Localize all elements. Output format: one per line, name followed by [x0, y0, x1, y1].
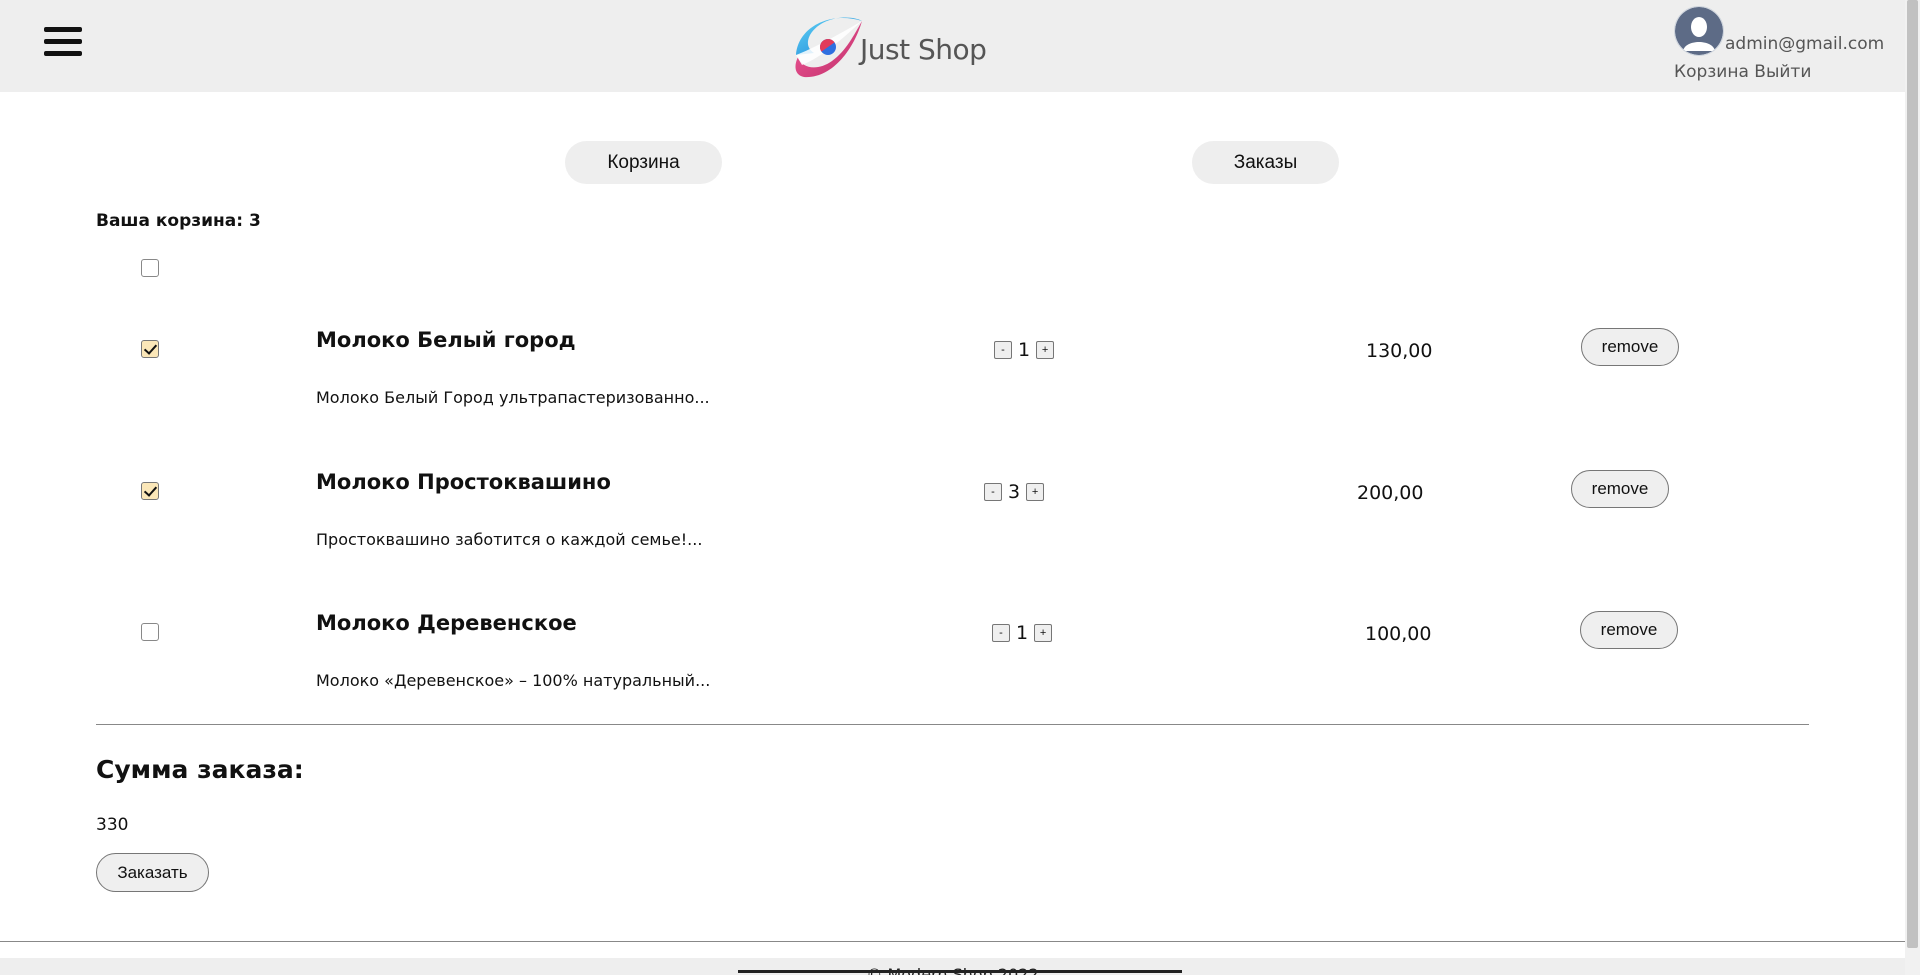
user-links: Корзина Выйти [1674, 62, 1811, 82]
scrollbar-thumb[interactable] [1907, 0, 1918, 948]
logo-icon [795, 17, 862, 78]
item-price: 200,00 [1357, 482, 1424, 504]
item-title[interactable]: Молоко Белый город [316, 328, 576, 352]
cart-item: Молоко Простоквашино Простоквашино забот… [0, 470, 1905, 590]
increase-button[interactable]: + [1036, 341, 1055, 359]
footer: © Modern Shop 2022 [0, 958, 1905, 975]
user-email: admin@gmail.com [1725, 34, 1885, 54]
remove-button[interactable]: remove [1571, 470, 1669, 508]
increase-button[interactable]: + [1026, 483, 1045, 501]
divider [96, 724, 1809, 725]
logo-title: Just Shop [860, 32, 987, 66]
item-title[interactable]: Молоко Простоквашино [316, 470, 611, 494]
scrollbar[interactable] [1905, 0, 1920, 975]
select-all-checkbox[interactable] [141, 259, 159, 277]
cart-item: Молоко Деревенское Молоко «Деревенское» … [0, 611, 1905, 731]
user-avatar-icon [1675, 7, 1723, 55]
item-price: 100,00 [1365, 623, 1432, 645]
decrease-button[interactable]: - [984, 483, 1002, 501]
cart-item: Молоко Белый город Молоко Белый Город ул… [0, 328, 1905, 448]
footer-divider [0, 941, 1905, 942]
item-checkbox[interactable] [141, 482, 159, 500]
tab-cart[interactable]: Корзина [565, 141, 722, 184]
increase-button[interactable]: + [1034, 624, 1053, 642]
logo[interactable]: Just Shop [792, 8, 987, 84]
item-description: Молоко «Деревенское» – 100% натуральный.… [316, 671, 711, 690]
quantity-stepper: - 1 + [994, 339, 1055, 361]
item-checkbox[interactable] [141, 340, 159, 358]
decrease-button[interactable]: - [992, 624, 1010, 642]
quantity-stepper: - 3 + [984, 481, 1045, 503]
menu-icon[interactable] [40, 24, 82, 58]
logout-link[interactable]: Выйти [1754, 62, 1811, 82]
avatar[interactable] [1674, 6, 1724, 56]
item-description: Молоко Белый Город ультрапастеризованно.… [316, 388, 710, 407]
item-title[interactable]: Молоко Деревенское [316, 611, 577, 635]
tab-orders[interactable]: Заказы [1192, 141, 1339, 184]
remove-button[interactable]: remove [1581, 328, 1679, 366]
item-price: 130,00 [1366, 340, 1433, 362]
quantity-value: 1 [1018, 339, 1031, 361]
order-sum-value: 330 [96, 815, 129, 835]
remove-button[interactable]: remove [1580, 611, 1678, 649]
quantity-stepper: - 1 + [992, 622, 1053, 644]
header: Just Shop admin@gmail.com Корзина Выйти [0, 0, 1905, 92]
cart-link[interactable]: Корзина [1674, 62, 1749, 82]
quantity-value: 1 [1016, 622, 1029, 644]
order-sum-heading: Сумма заказа: [96, 755, 304, 784]
cart-count: Ваша корзина: 3 [96, 211, 261, 231]
decrease-button[interactable]: - [994, 341, 1012, 359]
place-order-button[interactable]: Заказать [96, 853, 209, 892]
footer-bar [738, 970, 1182, 973]
item-description: Простоквашино заботится о каждой семье!.… [316, 530, 703, 549]
item-checkbox[interactable] [141, 623, 159, 641]
quantity-value: 3 [1008, 481, 1021, 503]
